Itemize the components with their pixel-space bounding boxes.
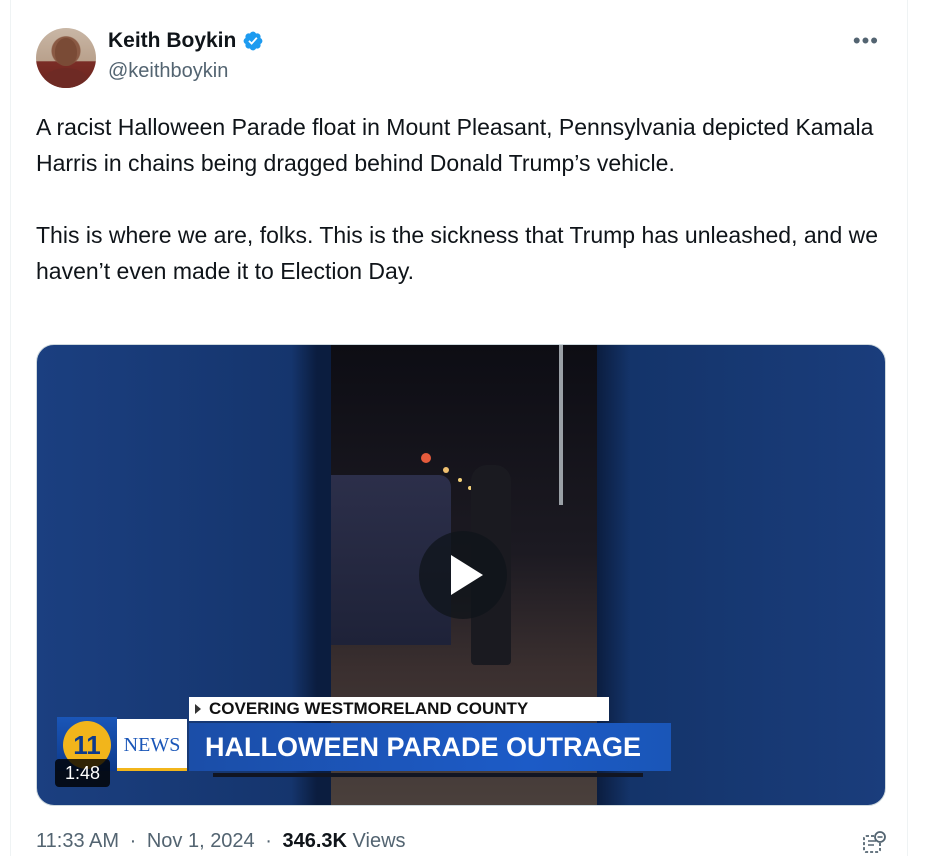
play-button[interactable] bbox=[419, 531, 507, 619]
lower-third-subtitle-text: COVERING WESTMORELAND COUNTY bbox=[209, 699, 529, 718]
author-name-row: Keith Boykin bbox=[108, 29, 264, 53]
tweet-card: Keith Boykin @keithboykin ••• A racist H… bbox=[10, 0, 908, 856]
tweet-meta: 11:33 AM · Nov 1, 2024 · 346.3K Views bbox=[36, 830, 406, 853]
lower-third-subtitle: COVERING WESTMORELAND COUNTY bbox=[189, 697, 609, 721]
meta-separator: · bbox=[129, 830, 137, 852]
lower-third-bar bbox=[213, 773, 643, 777]
tweet-paragraph: A racist Halloween Parade float in Mount… bbox=[36, 114, 874, 176]
views-count: 346.3K bbox=[282, 830, 347, 852]
video-duration-badge: 1:48 bbox=[55, 759, 111, 787]
tweet-time[interactable]: 11:33 AM bbox=[36, 830, 119, 852]
author-display-name[interactable]: Keith Boykin bbox=[108, 29, 236, 53]
tweet-paragraph: This is where we are, folks. This is the… bbox=[36, 222, 879, 284]
lower-third-headline: HALLOWEEN PARADE OUTRAGE bbox=[189, 723, 671, 771]
avatar[interactable] bbox=[36, 28, 96, 88]
author-handle[interactable]: @keithboykin bbox=[108, 60, 228, 83]
tweet-text: A racist Halloween Parade float in Mount… bbox=[36, 109, 886, 289]
news-label: NEWS bbox=[117, 719, 187, 771]
grok-icon[interactable] bbox=[861, 830, 887, 856]
meta-separator: · bbox=[265, 830, 272, 852]
views-label: Views bbox=[352, 830, 406, 852]
play-icon bbox=[451, 555, 483, 595]
more-options-icon[interactable]: ••• bbox=[853, 30, 879, 52]
verified-badge-icon bbox=[243, 31, 263, 51]
tweet-date[interactable]: Nov 1, 2024 bbox=[147, 830, 255, 852]
video-player[interactable]: COVERING WESTMORELAND COUNTY 11 NEWS HAL… bbox=[36, 344, 886, 806]
